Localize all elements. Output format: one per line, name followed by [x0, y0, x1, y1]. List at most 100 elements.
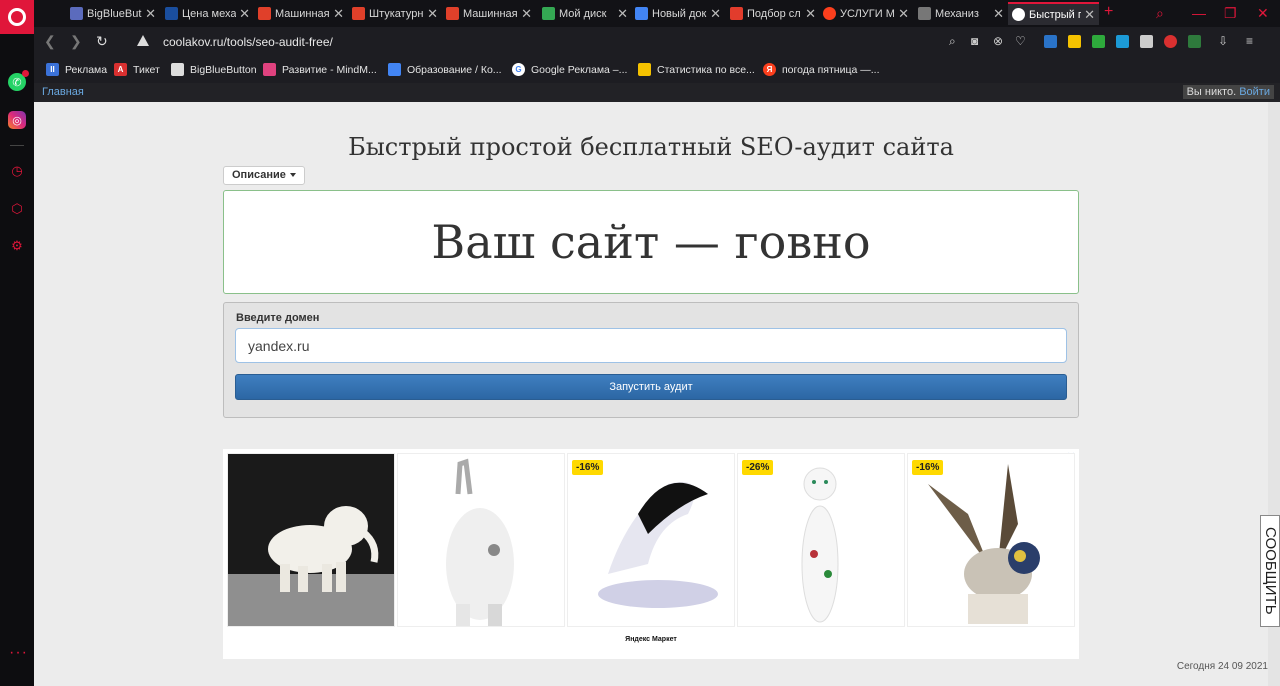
tab[interactable]: УСЛУГИ М ✕ [823, 2, 909, 25]
maximize-button[interactable]: ❐ [1224, 5, 1237, 22]
history-icon[interactable]: ◷ [10, 164, 24, 178]
tab[interactable]: Новый док ✕ [635, 2, 721, 25]
tab-favicon-icon [635, 7, 648, 20]
tab[interactable]: Подбор сл ✕ [730, 2, 816, 25]
warning-icon[interactable] [137, 35, 149, 46]
discount-badge: -26% [742, 460, 774, 475]
ad-product-card[interactable] [227, 453, 395, 627]
discount-badge: -16% [912, 460, 944, 475]
tab-favicon-icon [918, 7, 931, 20]
bookmark-item[interactable]: G Google Реклама –... [512, 63, 627, 76]
close-tab-icon[interactable]: ✕ [710, 6, 721, 22]
user-status-text: Вы никто. [1186, 86, 1237, 98]
tab[interactable]: Машинная ✕ [446, 2, 532, 25]
bookmark-item[interactable]: II Реклама [46, 63, 107, 76]
login-link[interactable]: Войти [1239, 86, 1270, 98]
tab[interactable]: Мой диск ✕ [542, 2, 628, 25]
snapshot-icon[interactable]: ◙ [971, 34, 978, 48]
close-tab-icon[interactable]: ✕ [521, 6, 532, 22]
close-tab-icon[interactable]: ✕ [239, 6, 250, 22]
tab-active[interactable]: Быстрый п ✕ [1008, 2, 1099, 25]
close-tab-icon[interactable]: ✕ [993, 6, 1004, 22]
bookmark-item[interactable]: Развитие - MindM... [263, 63, 377, 76]
more-icon[interactable]: ··· [9, 644, 28, 662]
download-extension-icon[interactable] [1092, 35, 1105, 48]
close-tab-icon[interactable]: ✕ [427, 6, 438, 22]
extension-icon[interactable] [1164, 35, 1177, 48]
bookmark-label: Google Реклама –... [531, 63, 628, 76]
close-tab-icon[interactable]: ✕ [333, 6, 344, 22]
google-icon: G [512, 63, 525, 76]
new-tab-button[interactable]: + [1104, 3, 1113, 21]
ad-footer: Яндекс Маркет [625, 636, 677, 643]
adblock-icon[interactable]: ⊗ [993, 34, 1003, 48]
ad-block[interactable]: ⓘ ✕ -16% [223, 449, 1079, 659]
extensions-icon[interactable]: ⬡ [10, 202, 24, 216]
bookmark-item[interactable]: A Тикет [114, 63, 160, 76]
tab[interactable]: Цена меха ✕ [165, 2, 250, 25]
extension-icon[interactable] [1068, 35, 1081, 48]
bookmark-icon: II [46, 63, 59, 76]
extension-icon[interactable] [1116, 35, 1129, 48]
bookmark-icon: A [114, 63, 127, 76]
opera-logo-icon[interactable] [0, 0, 34, 34]
bookmark-label: BigBlueButton [190, 63, 257, 76]
tab-strip: BigBlueBut ✕ Цена меха ✕ Машинная ✕ Штукату… [34, 0, 1280, 27]
extension-icon[interactable] [1140, 35, 1153, 48]
tab-title: Быстрый п [1029, 8, 1082, 21]
close-tab-icon[interactable]: ✕ [145, 6, 156, 22]
bookmark-item[interactable]: BigBlueButton [171, 63, 257, 76]
whatsapp-icon[interactable]: ✆ [8, 70, 29, 91]
menu-icon[interactable]: ≡ [1246, 34, 1253, 48]
opera-sidebar: ✆ ◎ ◷ ⬡ ⚙ ··· [0, 0, 34, 686]
heart-icon[interactable]: ♡ [1015, 34, 1026, 48]
bookmark-item[interactable]: Статистика по все... [638, 63, 755, 76]
download-icon[interactable]: ⇩ [1218, 34, 1228, 48]
bookmark-label: Реклама [65, 63, 108, 76]
tab-title: УСЛУГИ М [840, 7, 895, 20]
settings-icon[interactable]: ⚙ [10, 239, 24, 253]
run-audit-button[interactable]: Запустить аудит [235, 374, 1067, 400]
description-dropdown-button[interactable]: Описание [223, 166, 305, 185]
tab-title: Штукатурн [369, 7, 424, 20]
extension-icon[interactable] [1188, 35, 1201, 48]
close-tab-icon[interactable]: ✕ [1084, 7, 1095, 23]
ad-product-card[interactable] [397, 453, 565, 627]
close-tab-icon[interactable]: ✕ [898, 6, 909, 22]
reload-button[interactable]: ↻ [96, 33, 108, 50]
file-icon [171, 63, 184, 76]
tab[interactable]: Механиз ✕ [918, 2, 1004, 25]
url-field[interactable]: coolakov.ru/tools/seo-audit-free/ [163, 35, 333, 49]
close-tab-icon[interactable]: ✕ [805, 6, 816, 22]
tab-title: Цена меха [182, 7, 237, 20]
feedback-tab-button[interactable]: СООБЩИТЬ [1260, 515, 1280, 627]
ad-product-card[interactable]: -26% [737, 453, 905, 627]
address-bar: ❮ ❯ ↻ coolakov.ru/tools/seo-audit-free/ … [34, 27, 1280, 57]
close-window-button[interactable]: ✕ [1257, 5, 1269, 22]
yandex-icon: Я [763, 63, 776, 76]
domain-form: Введите домен Запустить аудит [223, 302, 1079, 418]
domain-input[interactable] [235, 328, 1067, 363]
search-icon[interactable]: ⌕ [949, 34, 956, 49]
mindmeister-icon [263, 63, 276, 76]
tab[interactable]: Штукатурн ✕ [352, 2, 438, 25]
home-link[interactable]: Главная [42, 86, 84, 98]
tab-favicon-icon [542, 7, 555, 20]
ad-product-card[interactable]: -16% [567, 453, 735, 627]
tab-title: BigBlueBut [87, 7, 142, 20]
ad-product-card[interactable]: -16% [907, 453, 1075, 627]
tab[interactable]: BigBlueBut ✕ [70, 2, 156, 25]
tab-favicon-icon [1012, 8, 1025, 21]
bookmark-label: Тикет [133, 63, 160, 76]
extension-icon[interactable] [1044, 35, 1057, 48]
bookmark-item[interactable]: Образование / Ко... [388, 63, 502, 76]
tab-favicon-icon [352, 7, 365, 20]
close-tab-icon[interactable]: ✕ [617, 6, 628, 22]
back-button[interactable]: ❮ [44, 33, 56, 50]
forward-button[interactable]: ❯ [70, 33, 82, 50]
tab[interactable]: Машинная ✕ [258, 2, 344, 25]
instagram-icon[interactable]: ◎ [8, 111, 26, 129]
search-tabs-icon[interactable]: ⌕ [1156, 5, 1164, 22]
bookmark-item[interactable]: Япогода пятница —... [763, 63, 879, 76]
minimize-button[interactable]: — [1192, 5, 1206, 21]
